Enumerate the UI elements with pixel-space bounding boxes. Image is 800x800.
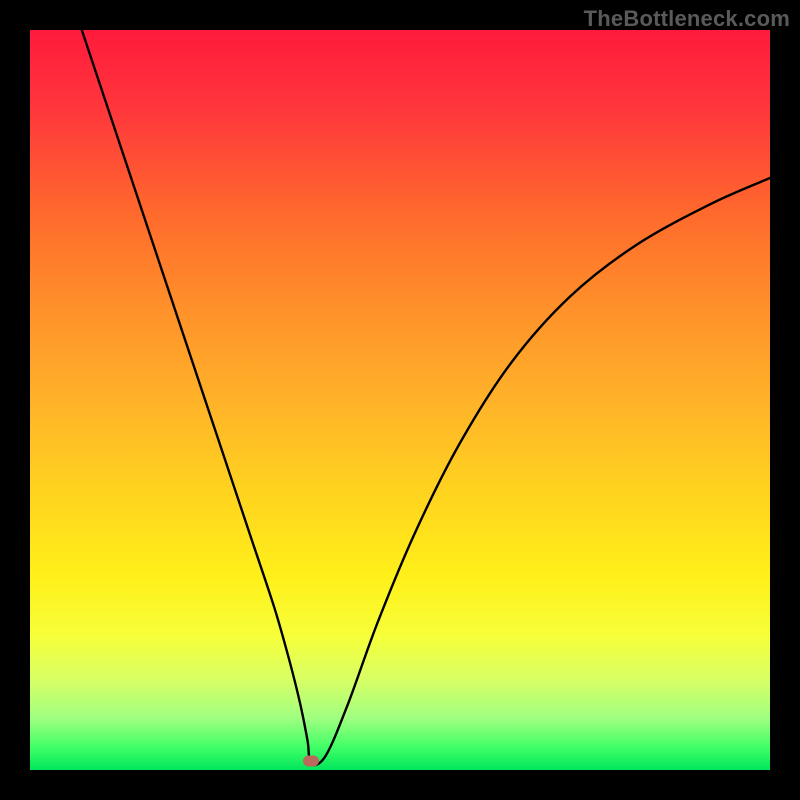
curve-svg bbox=[30, 30, 770, 770]
bottleneck-curve bbox=[82, 30, 770, 765]
chart-frame: TheBottleneck.com bbox=[0, 0, 800, 800]
optimal-point-marker bbox=[303, 756, 319, 767]
plot-area bbox=[30, 30, 770, 770]
watermark-text: TheBottleneck.com bbox=[584, 6, 790, 32]
